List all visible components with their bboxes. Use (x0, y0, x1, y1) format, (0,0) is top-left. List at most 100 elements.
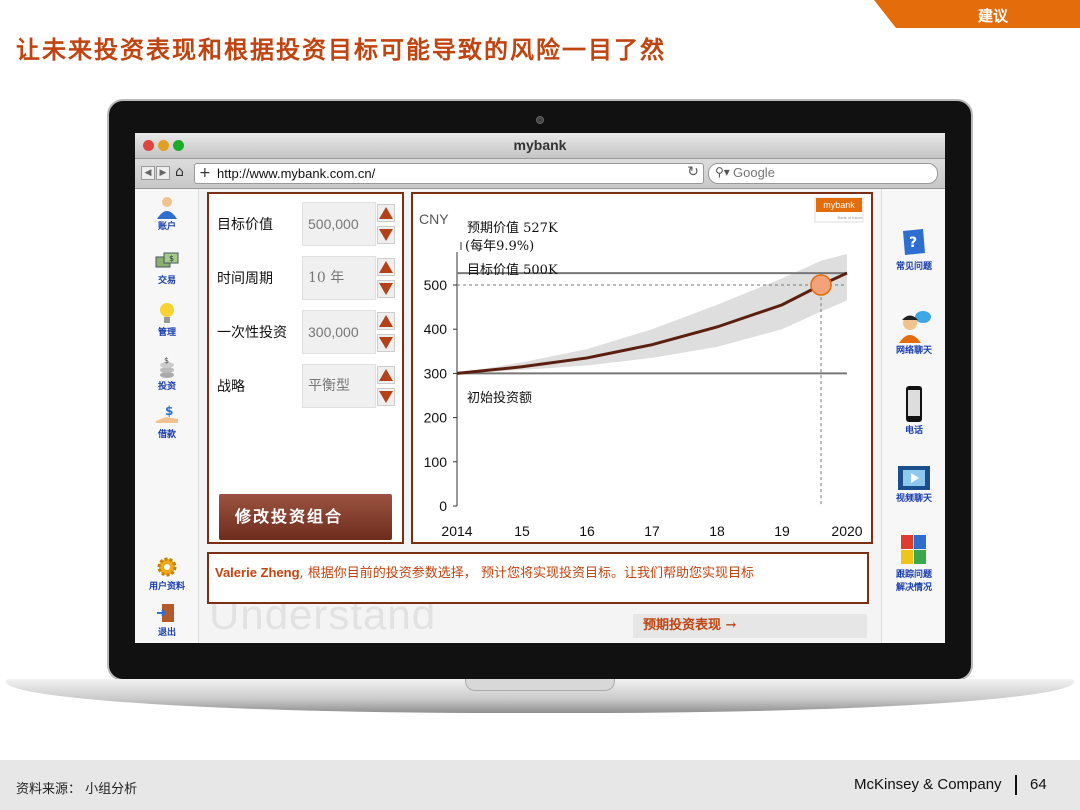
sidebar-item-invest[interactable]: $ 投资 (135, 355, 199, 392)
video-icon (898, 466, 930, 490)
decrease-arrow-icon[interactable] (377, 334, 395, 352)
sidebar-item-transaction[interactable]: $ 交易 (135, 249, 199, 286)
sidebar-label: 管理 (157, 328, 176, 338)
add-tab-icon[interactable]: + (199, 165, 211, 181)
browser-window: mybank ◀ ▶ ⌂ + http://www.mybank.com.cn/… (135, 133, 945, 643)
footer-divider (1015, 775, 1017, 795)
laptop-notch (465, 679, 615, 691)
advisor-message: Valerie Zheng, 根据你目前的投资参数选择， 预计您将实现投资目标。… (207, 552, 869, 604)
sidebar-item-phone[interactable]: 电话 (882, 385, 945, 436)
back-icon[interactable]: ◀ (141, 166, 155, 180)
field-strategy: 战略 平衡型 (209, 364, 404, 410)
page-number: 64 (1030, 776, 1047, 793)
svg-text:$: $ (164, 356, 169, 365)
x-tick-label: 16 (579, 523, 595, 539)
sidebar-label: 账户 (157, 222, 176, 232)
x-tick-label: 2020 (831, 523, 862, 539)
sidebar-label: 借款 (157, 430, 176, 440)
sidebar-label: 常见问题 (895, 262, 932, 272)
field-lump-sum: 一次性投资 300,000 (209, 310, 404, 356)
field-label: 一次性投资 (217, 325, 287, 341)
sidebar-label: 视频聊天 (895, 494, 932, 504)
svg-text:$: $ (169, 254, 174, 263)
customer-name: Valerie Zheng (215, 565, 300, 580)
sidebar-label: 用户资料 (148, 582, 185, 592)
sidebar-item-profile[interactable]: 用户资料 (135, 555, 199, 592)
sidebar-label: 跟踪问题 (895, 570, 932, 580)
sidebar-item-logout[interactable]: 退出 (135, 601, 199, 638)
sidebar-item-web-chat[interactable]: 网络聊天 (882, 309, 945, 356)
exit-icon (157, 604, 174, 622)
search-input[interactable] (733, 165, 923, 180)
toolbar: ◀ ▶ ⌂ + http://www.mybank.com.cn/ ↻ ⚲▾ (135, 159, 945, 189)
strategy-select[interactable]: 平衡型 (302, 364, 376, 408)
projection-chart: CNY 0 100 200 300 400 500 2014 15 16 17 18 19 2020 预期价… (411, 192, 873, 544)
decrease-arrow-icon[interactable] (377, 388, 395, 406)
target-value-input[interactable]: 500,000 (302, 202, 376, 246)
sidebar-label: 解决情况 (895, 583, 932, 593)
target-label: 目标价值 500K (467, 262, 558, 278)
field-label: 时间周期 (217, 271, 273, 287)
decrease-arrow-icon[interactable] (377, 226, 395, 244)
expected-performance-button[interactable]: 预期投资表现 → (633, 614, 867, 638)
logo-text: mybank (823, 200, 855, 210)
time-period-input[interactable]: 10 年 (302, 256, 376, 300)
title-bar: mybank (135, 133, 945, 159)
slide-title: 让未来投资表现和根据投资目标可能导致的风险一目了然 (16, 35, 666, 64)
sidebar-label: 网络聊天 (895, 346, 932, 356)
sidebar-item-issue-tracking[interactable]: 跟踪问题 解决情况 (882, 533, 945, 593)
field-target-value: 目标价值 500,000 (209, 202, 404, 248)
x-tick-label: 19 (774, 523, 790, 539)
field-label: 目标价值 (217, 217, 273, 233)
search-icon: ⚲▾ (715, 165, 730, 179)
chat-icon (899, 311, 931, 343)
message-text: Valerie Zheng, 根据你目前的投资参数选择， 预计您将实现投资目标。… (215, 564, 855, 583)
field-label: 战略 (217, 379, 245, 395)
camera-icon (536, 116, 544, 124)
brand-name: McKinsey & Company (854, 776, 1002, 793)
x-tick-label: 17 (644, 523, 660, 539)
y-tick-label: 300 (424, 365, 448, 381)
sidebar-label: 投资 (157, 382, 176, 392)
y-tick-label: 200 (424, 410, 448, 426)
search-box[interactable]: ⚲▾ (708, 163, 938, 184)
footer: 资料来源： 小组分析 McKinsey & Company 64 (0, 760, 1080, 810)
sidebar-item-manage[interactable]: 管理 (135, 301, 199, 338)
y-tick-label: 100 (424, 454, 448, 470)
sidebar-item-loan[interactable]: $ 借款 (135, 403, 199, 440)
decrease-arrow-icon[interactable] (377, 280, 395, 298)
right-sidebar: ? 常见问题 网络聊天 电话 视频聊天 跟踪问题 解决情况 (881, 189, 945, 643)
initial-label: 初始投资额 (467, 390, 532, 406)
x-tick-label: 2014 (441, 523, 472, 539)
target-point (810, 274, 832, 296)
source-note: 资料来源： 小组分析 (16, 782, 138, 797)
modify-portfolio-button[interactable]: 修改投资组合 (219, 494, 392, 540)
lump-sum-input[interactable]: 300,000 (302, 310, 376, 354)
sidebar-item-faq[interactable]: ? 常见问题 (882, 227, 945, 272)
sidebar-item-video-chat[interactable]: 视频聊天 (882, 465, 945, 504)
address-bar[interactable]: + http://www.mybank.com.cn/ ↻ (194, 163, 704, 184)
increase-arrow-icon[interactable] (377, 258, 395, 276)
section-tag: 建议 (874, 0, 1080, 28)
left-sidebar: 账户 $ 交易 管理 $ 投资 $ 借款 用户资料 退出 (135, 189, 199, 643)
url-text: http://www.mybank.com.cn/ (217, 166, 376, 181)
increase-arrow-icon[interactable] (377, 312, 395, 330)
window-title: mybank (513, 137, 567, 153)
lightbulb-icon (160, 303, 174, 323)
field-time-period: 时间周期 10 年 (209, 256, 404, 302)
loan-icon: $ (156, 404, 178, 423)
increase-arrow-icon[interactable] (377, 366, 395, 384)
forward-icon[interactable]: ▶ (156, 166, 170, 180)
sidebar-label: 电话 (904, 426, 923, 436)
sidebar-item-account[interactable]: 账户 (135, 195, 199, 232)
reload-icon[interactable]: ↻ (687, 164, 699, 180)
chart-canvas: CNY 0 100 200 300 400 500 2014 15 16 17 18 19 2020 预期价… (419, 197, 864, 539)
svg-text:?: ? (909, 235, 917, 251)
increase-arrow-icon[interactable] (377, 204, 395, 222)
y-tick-label: 0 (439, 498, 447, 514)
investment-form: 目标价值 500,000 时间周期 10 年 一次性投资 300,000 战略 … (207, 192, 404, 544)
user-icon (157, 197, 177, 219)
section-tag-label: 建议 (977, 7, 1008, 25)
home-icon[interactable]: ⌂ (175, 164, 184, 180)
expected-label: 预期价值 527K (467, 220, 558, 236)
